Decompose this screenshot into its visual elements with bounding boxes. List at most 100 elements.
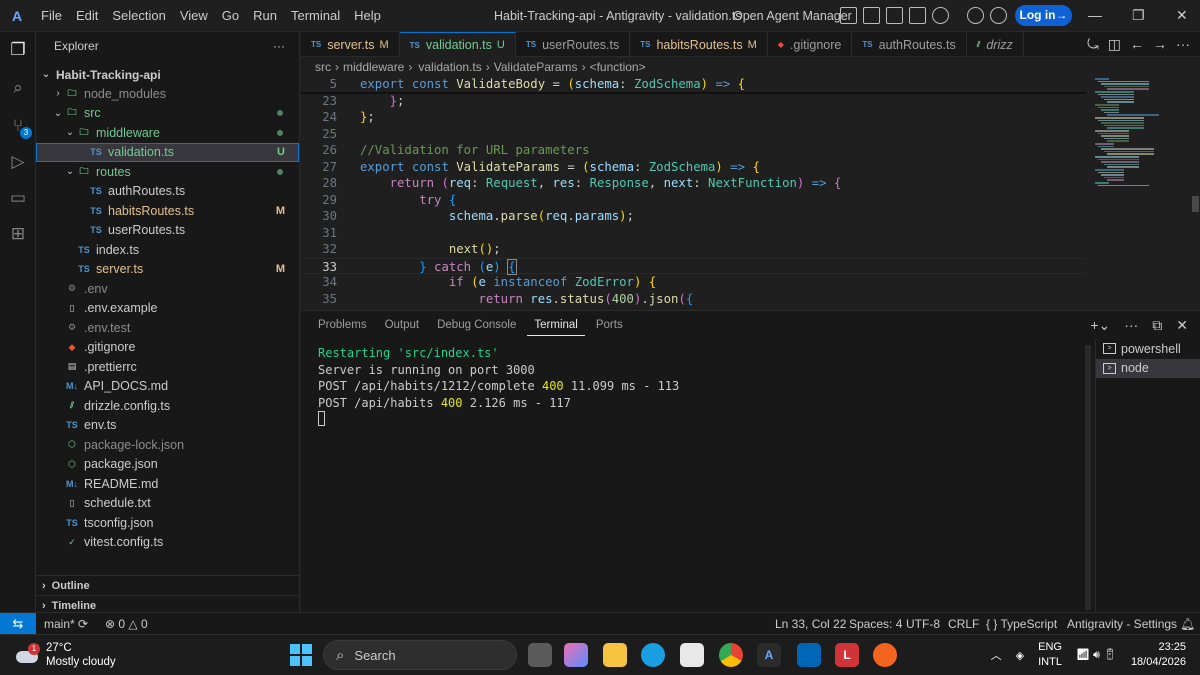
code-line[interactable]: 27 export const ValidateParams = (schema:… [301,159,1086,176]
editor-tab[interactable]: TS authRoutes.ts [852,32,967,57]
editor-scrollbar[interactable] [1192,196,1199,212]
edge-icon[interactable] [641,643,665,667]
explorer-more-button[interactable]: ··· [273,39,285,53]
postman-icon[interactable] [873,643,897,667]
code-line[interactable]: 26 //Validation for URL parameters [301,142,1086,159]
code-line[interactable]: 33 } catch (e) { [301,257,1086,275]
tree-item[interactable]: M↓ README.md [36,474,299,494]
terminal-instance[interactable]: > powershell [1096,339,1200,359]
menu-help[interactable]: Help [347,8,388,23]
tree-item[interactable]: TS habitsRoutes.ts M [36,201,299,221]
tree-item[interactable]: ⚙ .env.test [36,318,299,338]
code-line[interactable]: 35 return res.status(400).json({ [301,291,1086,308]
panel-tab-debug-console[interactable]: Debug Console [430,319,523,336]
menu-edit[interactable]: Edit [69,8,105,23]
code-line[interactable]: 29 try { [301,192,1086,209]
breadcrumb-item[interactable]: <function> [590,60,646,74]
breadcrumb-item[interactable]: middleware [343,60,404,74]
maximize-panel-icon[interactable]: ⧉ [1152,317,1162,334]
menu-go[interactable]: Go [215,8,246,23]
language-indicator[interactable]: ENG INTL [1038,640,1062,670]
tree-item[interactable]: ⌄ 🗀︎ routes [36,162,299,182]
encoding[interactable]: UTF-8 [906,617,940,631]
toggle-panel-icon[interactable] [886,7,903,24]
menu-terminal[interactable]: Terminal [284,8,347,23]
indentation[interactable]: Spaces: 4 [849,617,902,631]
panel-tab-ports[interactable]: Ports [589,319,630,336]
editor-tab[interactable]: ⫽ drizz [967,32,1024,57]
menu-view[interactable]: View [173,8,215,23]
run-debug-icon[interactable]: ▷ [8,152,28,172]
settings-indicator[interactable]: Antigravity - Settings [1067,617,1177,631]
antigravity-icon[interactable]: A [757,643,781,667]
split-editor-icon[interactable]: ◫ [1108,36,1121,53]
file-explorer-icon[interactable] [603,643,627,667]
minimap[interactable] [1091,76,1191,309]
compare-icon[interactable]: ⤿ [1087,36,1099,53]
tree-item[interactable]: ▯ schedule.txt [36,494,299,514]
code-line[interactable]: 24}; [301,109,1086,126]
tray-chevron-up-icon[interactable]: ︿ [991,647,1002,663]
network-volume-battery-icons[interactable]: 📶︎ 🔊︎ 🔋︎ [1076,648,1117,662]
tree-item[interactable]: TS server.ts M [36,260,299,280]
tree-item[interactable]: TS validation.ts U [36,142,299,162]
login-button[interactable]: Log in→ [1015,5,1072,26]
clock[interactable]: 23:25 18/04/2026 [1131,640,1186,670]
panel-tab-problems[interactable]: Problems [311,319,374,336]
browser-icon[interactable] [967,7,984,24]
task-view-icon[interactable] [528,643,552,667]
code-line[interactable]: 28 return (req: Request, res: Response, … [301,175,1086,192]
tree-item[interactable]: TS env.ts [36,416,299,436]
more-icon[interactable]: ··· [1176,36,1190,53]
tree-item[interactable]: ⌄ 🗀︎ src [36,104,299,124]
tree-item[interactable]: TS tsconfig.json [36,513,299,533]
terminal-instance[interactable]: > node [1096,358,1200,378]
toggle-secondary-sidebar-icon[interactable] [909,7,926,24]
tree-item[interactable]: ◆ .gitignore [36,338,299,358]
language-mode[interactable]: { } TypeScript [986,617,1057,631]
search-icon[interactable]: ⌕ [8,78,28,98]
project-root[interactable]: ⌄ Habit-Tracking-api [36,65,299,85]
restore-button[interactable]: ❐ [1132,7,1145,24]
search-icon[interactable] [932,7,949,24]
explorer-icon[interactable]: ❐ [8,40,28,60]
cursor-position[interactable]: Ln 33, Col 22 [775,617,846,631]
minimize-button[interactable]: — [1088,7,1102,23]
tree-item[interactable]: TS index.ts [36,240,299,260]
tree-item[interactable]: ⫽ drizzle.config.ts [36,396,299,416]
store-icon[interactable] [680,643,704,667]
tray-app-icon[interactable]: ◈ [1016,649,1024,662]
tree-item[interactable]: ⚙ .env [36,279,299,299]
panel-tab-terminal[interactable]: Terminal [527,319,585,336]
tree-item[interactable]: ▯ .env.example [36,299,299,319]
code-line[interactable]: 25 [301,126,1086,143]
tree-item[interactable]: M↓ API_DOCS.md [36,377,299,397]
new-terminal-icon[interactable]: +⌄ [1090,317,1110,334]
code-line[interactable]: 5 export const ValidateBody = (schema: Zo… [301,76,1086,93]
extensions-icon[interactable]: ⊞ [8,224,28,244]
breadcrumb-item[interactable]: src [315,60,331,74]
vscode-icon[interactable] [797,643,821,667]
line-ending[interactable]: CRLF [948,617,979,631]
editor-tab[interactable]: TS userRoutes.ts [516,32,631,57]
remote-indicator-icon[interactable]: ⇆ [0,613,36,634]
toggle-sidebar-icon[interactable] [863,7,880,24]
weather-widget[interactable]: 1 27°C Mostly cloudy [14,641,116,669]
code-editor[interactable]: 5 export const ValidateBody = (schema: Zo… [301,76,1200,309]
back-icon[interactable]: ← [1130,36,1144,53]
panel-tab-output[interactable]: Output [378,319,427,336]
terminal-scrollbar[interactable] [1085,345,1091,610]
remote-explorer-icon[interactable]: ▭ [8,188,28,208]
open-agent-manager-button[interactable]: Open Agent Manager [733,9,852,23]
outline-section[interactable]: › Outline [36,575,299,595]
code-line[interactable]: 30 schema.parse(req.params); [301,208,1086,225]
code-line[interactable]: 34 if (e instanceof ZodError) { [301,274,1086,291]
editor-tab[interactable]: TS server.ts M [301,32,400,57]
breadcrumb-item[interactable]: validation.ts [416,60,481,74]
notifications-bell-icon[interactable]: 🔔︎ [1180,617,1195,631]
tree-item[interactable]: ▤ .prettierrc [36,357,299,377]
menu-selection[interactable]: Selection [105,8,172,23]
tree-item[interactable]: TS userRoutes.ts [36,221,299,241]
close-button[interactable]: ✕ [1176,7,1188,24]
start-button[interactable] [290,644,312,666]
